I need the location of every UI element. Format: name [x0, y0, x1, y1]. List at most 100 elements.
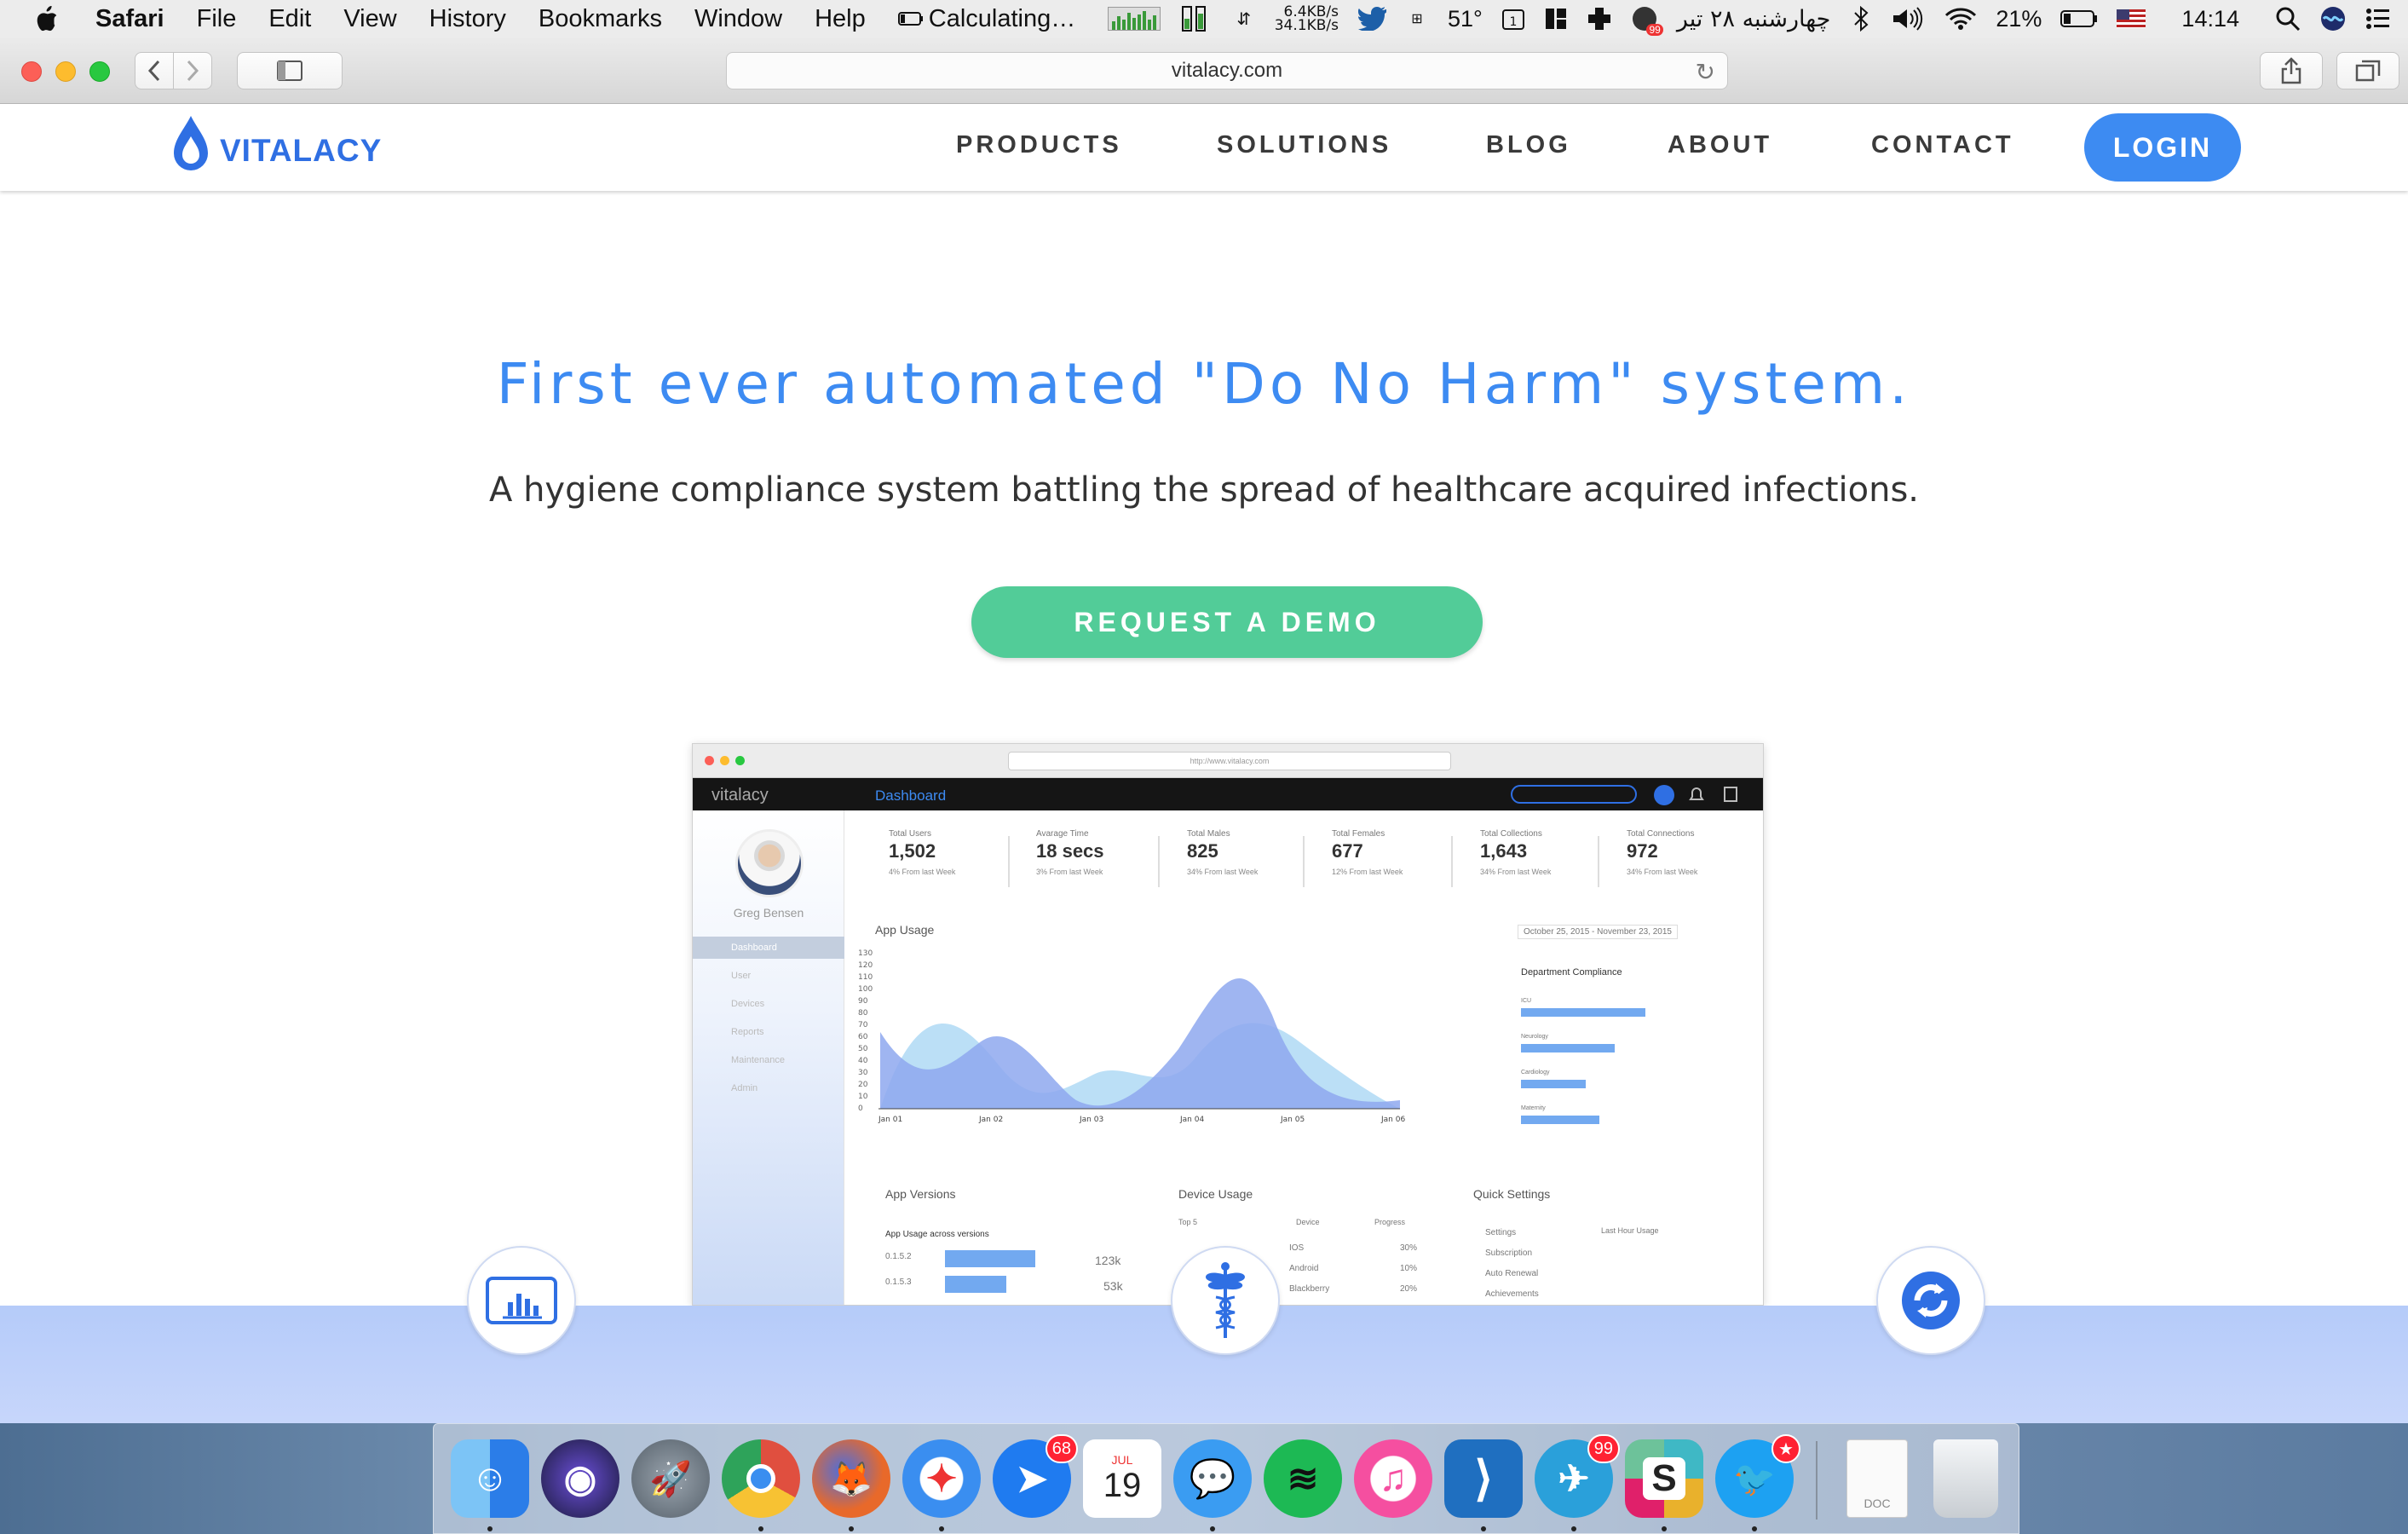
spotlight-search-icon[interactable] [2275, 5, 2301, 32]
mock-section-title: Dashboard [875, 787, 947, 804]
battery-status-text[interactable]: Calculating… [929, 5, 1075, 33]
site-header: VITALACY PRODUCTS SOLUTIONS BLOG ABOUT C… [0, 104, 2408, 191]
dock-document-icon[interactable]: DOC [1846, 1439, 1908, 1518]
siri-icon[interactable] [2319, 5, 2347, 32]
apple-icon[interactable] [34, 5, 60, 32]
volume-icon[interactable] [1892, 5, 1926, 32]
dock-launchpad-icon[interactable]: 🚀 [631, 1439, 710, 1518]
nav-contact[interactable]: CONTACT [1871, 131, 2014, 159]
site-logo[interactable]: VITALACY [169, 114, 382, 176]
dock-itunes-icon[interactable]: ♫ [1354, 1439, 1432, 1518]
notification-center-icon[interactable] [2365, 5, 2391, 32]
version-label: 0.1.5.3 [885, 1277, 912, 1287]
zoom-window-button[interactable] [89, 61, 110, 82]
tablet-chart-icon [486, 1277, 557, 1324]
dock-badge: 99 [1587, 1434, 1620, 1463]
hero-title: First ever automated "Do No Harm" system… [496, 351, 1912, 417]
dock-vscode-icon[interactable]: ⟩ [1444, 1439, 1523, 1518]
dock-twitter-icon[interactable]: 🐦 ★ [1715, 1434, 1800, 1518]
sidebar-toggle-button[interactable] [237, 52, 343, 89]
dock-finder-icon[interactable]: ☺ [451, 1439, 529, 1518]
clock[interactable]: 14:14 [2181, 6, 2239, 32]
login-button[interactable]: LOGIN [2084, 113, 2241, 182]
twitter-status-icon[interactable] [1357, 5, 1386, 32]
mock-menu-reports: Reports [731, 1027, 764, 1037]
browser-toolbar: vitalacy.com ↻ [0, 37, 2408, 104]
us-flag-icon[interactable] [2117, 5, 2146, 32]
dock-spotify-icon[interactable]: ≋ [1264, 1439, 1342, 1518]
dock-slack-icon[interactable]: S [1625, 1439, 1703, 1518]
reload-icon[interactable]: ↻ [1696, 58, 1715, 86]
dock-firefox-icon[interactable]: 🦊 [812, 1439, 890, 1518]
mock-menu-user: User [731, 971, 752, 981]
chevron-right-icon [187, 60, 199, 82]
nav-products[interactable]: PRODUCTS [956, 131, 1122, 159]
url-text[interactable]: vitalacy.com [1172, 59, 1282, 83]
menu-file[interactable]: File [197, 5, 237, 33]
calendar-status-icon[interactable]: 1 [1501, 5, 1525, 32]
notification-app-icon[interactable]: 99 [1631, 5, 1663, 36]
version-label: 0.1.5.2 [885, 1252, 912, 1261]
menu-help[interactable]: Help [815, 5, 866, 33]
mock-minimize-dot [720, 756, 729, 765]
dept-label: Neurology [1521, 1034, 1548, 1040]
dept-label: ICU [1521, 998, 1532, 1004]
cpu-graph-icon[interactable] [1107, 5, 1161, 32]
feature-sync[interactable] [1876, 1246, 1985, 1355]
menu-window[interactable]: Window [694, 5, 782, 33]
menu-history[interactable]: History [429, 5, 506, 33]
temperature-reading[interactable]: 51° [1448, 6, 1483, 32]
device-header: Device [1296, 1218, 1320, 1226]
menu-edit[interactable]: Edit [268, 5, 311, 33]
dock-safari-icon[interactable]: ✦ [902, 1439, 981, 1518]
feature-analytics[interactable] [467, 1246, 576, 1355]
nav-about[interactable]: ABOUT [1668, 131, 1772, 159]
memory-meter-icon[interactable] [1179, 5, 1213, 32]
show-tabs-button[interactable] [2336, 52, 2399, 89]
nav-blog[interactable]: BLOG [1486, 131, 1571, 159]
temperature-icon[interactable]: ⊞ [1405, 5, 1429, 32]
mock-avatar-icon [1654, 785, 1674, 805]
dock-telegram-icon[interactable]: ✈ 99 [1535, 1434, 1620, 1518]
battery-percent[interactable]: 21% [1996, 6, 2042, 32]
window-layout-icon[interactable] [1544, 5, 1568, 32]
menu-view[interactable]: View [343, 5, 396, 33]
minimize-window-button[interactable] [55, 61, 76, 82]
dock-chrome-icon[interactable] [722, 1439, 800, 1518]
request-demo-button[interactable]: REQUEST A DEMO [971, 586, 1483, 658]
battery-small-icon[interactable] [897, 5, 924, 32]
svg-text:120: 120 [858, 961, 873, 970]
dock-maps-icon[interactable]: ➤ 68 [993, 1434, 1078, 1518]
battery-icon[interactable] [2060, 5, 2098, 32]
wifi-icon[interactable] [1944, 5, 1977, 32]
tabs-overview-icon [2355, 60, 2381, 82]
dept-label: Cardiology [1521, 1070, 1550, 1076]
address-bar[interactable]: vitalacy.com ↻ [726, 52, 1728, 89]
back-button[interactable] [135, 52, 174, 89]
plus-cross-icon[interactable] [1587, 5, 1612, 32]
svg-text:50: 50 [858, 1045, 868, 1053]
dock-badge: 68 [1045, 1434, 1078, 1463]
dock-trash-icon[interactable] [1933, 1439, 1998, 1518]
mock-zoom-dot [735, 756, 745, 765]
network-arrows-icon[interactable]: ⇵ [1232, 5, 1256, 32]
share-button[interactable] [2260, 52, 2323, 89]
forward-button[interactable] [173, 52, 212, 89]
svg-text:60: 60 [858, 1033, 868, 1041]
nav-solutions[interactable]: SOLUTIONS [1217, 131, 1391, 159]
dock-messages-icon[interactable]: 💬 [1173, 1439, 1252, 1518]
menu-bookmarks[interactable]: Bookmarks [539, 5, 662, 33]
persian-date[interactable]: چهارشنبه ۲۸ تیر [1677, 6, 1831, 32]
dock-badge: ★ [1771, 1434, 1800, 1463]
feature-healthcare[interactable] [1171, 1246, 1280, 1355]
dock-calendar-icon[interactable]: JUL 19 [1083, 1439, 1161, 1518]
app-menu-safari[interactable]: Safari [95, 5, 164, 33]
mock-logout-icon [1724, 787, 1737, 802]
network-speed[interactable]: 6.4KB/s 34.1KB/s [1275, 5, 1339, 33]
dock-siri-icon[interactable]: ◉ [541, 1439, 619, 1518]
close-window-button[interactable] [21, 61, 42, 82]
bluetooth-icon[interactable] [1849, 5, 1873, 32]
svg-text:90: 90 [858, 997, 868, 1006]
stat-separator [1158, 836, 1160, 887]
device-progress: 20% [1400, 1284, 1418, 1294]
